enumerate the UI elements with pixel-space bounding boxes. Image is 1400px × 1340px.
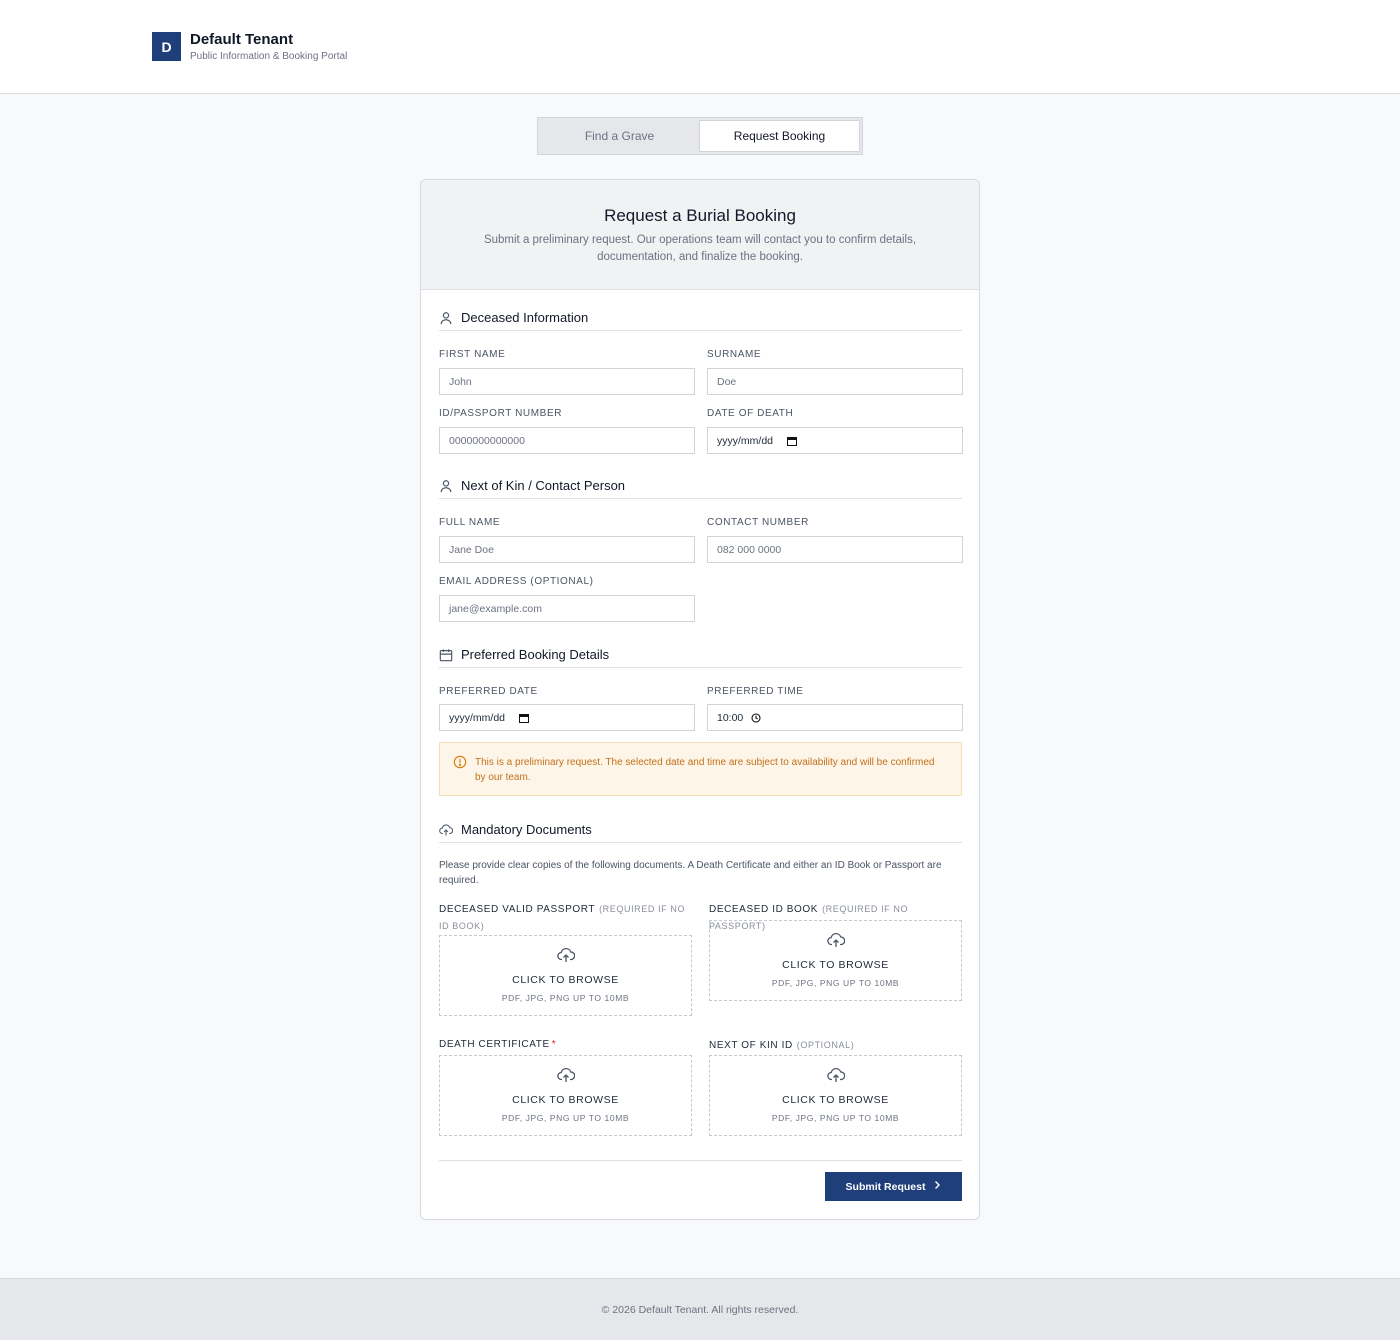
calendar-icon[interactable] [519, 713, 530, 723]
user-icon [439, 479, 453, 493]
section-next-of-kin: Next of Kin / Contact Person [439, 473, 962, 499]
id-number-input[interactable]: 0000000000000 [439, 427, 695, 454]
clock-icon[interactable] [751, 712, 761, 723]
preferred-date-input[interactable]: yyyy/mm/dd [439, 704, 695, 731]
logo: D [152, 32, 181, 61]
booking-form-card: Request a Burial Booking Submit a prelim… [420, 179, 980, 1220]
form-title: Request a Burial Booking [604, 206, 796, 225]
dropzone-hint: PDF, JPG, PNG UP TO 10MB [771, 1113, 900, 1123]
section-title: Deceased Information [461, 310, 589, 325]
surname-label: SURNAME [707, 349, 762, 360]
dropzone-id-book[interactable]: CLICK TO BROWSE PDF, JPG, PNG UP TO 10MB [709, 920, 962, 1001]
section-title: Mandatory Documents [461, 822, 592, 837]
time-value: 10:00 [717, 711, 744, 724]
required-mark: * [551, 1039, 557, 1050]
upload-label-next-of-kin-id: NEXT OF KIN ID (OPTIONAL) [709, 1037, 854, 1054]
section-title: Next of Kin / Contact Person [461, 478, 626, 493]
tab-bar: Find a Grave Request Booking [537, 117, 863, 155]
dropzone-hint: PDF, JPG, PNG UP TO 10MB [501, 1113, 630, 1123]
site-footer: © 2026 Default Tenant. All rights reserv… [0, 1278, 1400, 1340]
upload-label-text: NEXT OF KIN ID [709, 1040, 793, 1051]
upload-note: (OPTIONAL) [796, 1040, 855, 1050]
upload-label-text: DECEASED ID BOOK [709, 904, 819, 915]
full-name-input[interactable]: Jane Doe [439, 536, 695, 563]
preferred-time-label: PREFERRED TIME [707, 686, 804, 697]
dropzone-death-certificate[interactable]: CLICK TO BROWSE PDF, JPG, PNG UP TO 10MB [439, 1055, 692, 1136]
site-header: D Default Tenant Public Information & Bo… [0, 0, 1400, 94]
date-value: yyyy/mm/dd [449, 711, 506, 724]
section-booking-details: Preferred Booking Details [439, 642, 962, 668]
submit-request-button[interactable]: Submit Request [825, 1172, 962, 1201]
email-label: EMAIL ADDRESS (OPTIONAL) [439, 576, 594, 587]
footer-copyright: © 2026 Default Tenant. All rights reserv… [601, 1303, 799, 1316]
upload-label-death-certificate: DEATH CERTIFICATE * [439, 1037, 556, 1053]
upload-label-text: DECEASED VALID PASSPORT [439, 904, 596, 915]
notice-text: This is a preliminary request. The selec… [475, 757, 935, 783]
upload-label-text: DEATH CERTIFICATE [439, 1039, 550, 1050]
tab-find-grave[interactable]: Find a Grave [540, 120, 699, 152]
contact-number-label: CONTACT NUMBER [707, 517, 809, 528]
section-deceased: Deceased Information [439, 305, 962, 331]
documents-description: Please provide clear copies of the follo… [439, 860, 942, 886]
surname-input[interactable]: Doe [707, 368, 963, 395]
calendar-icon [439, 648, 453, 662]
id-number-label: ID/PASSPORT NUMBER [439, 408, 563, 419]
dropzone-hint: PDF, JPG, PNG UP TO 10MB [771, 978, 900, 988]
email-input[interactable]: jane@example.com [439, 595, 695, 622]
first-name-input[interactable]: John [439, 368, 695, 395]
full-name-label: FULL NAME [439, 517, 501, 528]
form-divider [439, 1160, 962, 1161]
contact-number-input[interactable]: 082 000 0000 [707, 536, 963, 563]
dropzone-title: CLICK TO BROWSE [512, 974, 619, 986]
date-value: yyyy/mm/dd [717, 434, 774, 447]
dropzone-hint: PDF, JPG, PNG UP TO 10MB [501, 993, 630, 1003]
preferred-date-label: PREFERRED DATE [439, 686, 538, 697]
chevron-right-icon [933, 1180, 941, 1193]
cloud-upload-icon [556, 947, 575, 968]
dropzone-next-of-kin-id[interactable]: CLICK TO BROWSE PDF, JPG, PNG UP TO 10MB [709, 1055, 962, 1136]
calendar-icon[interactable] [787, 436, 798, 446]
brand-subtitle: Public Information & Booking Portal [190, 51, 348, 62]
cloud-upload-icon [826, 932, 845, 953]
date-of-death-label: DATE OF DEATH [707, 408, 794, 419]
dropzone-title: CLICK TO BROWSE [512, 1094, 619, 1106]
card-header: Request a Burial Booking Submit a prelim… [421, 180, 979, 290]
tab-request-booking[interactable]: Request Booking [699, 120, 860, 152]
form-description: Submit a preliminary request. Our operat… [483, 234, 917, 263]
section-documents: Mandatory Documents [439, 817, 962, 843]
preferred-time-input[interactable]: 10:00 [707, 704, 963, 731]
dropzone-passport[interactable]: CLICK TO BROWSE PDF, JPG, PNG UP TO 10MB [439, 935, 692, 1016]
upload-label-passport: DECEASED VALID PASSPORT (REQUIRED IF NO I… [439, 901, 689, 935]
availability-notice: This is a preliminary request. The selec… [439, 742, 962, 796]
user-icon [439, 311, 453, 325]
date-of-death-input[interactable]: yyyy/mm/dd [707, 427, 963, 454]
cloud-upload-icon [556, 1067, 575, 1088]
section-title: Preferred Booking Details [461, 647, 610, 662]
brand-title: Default Tenant [190, 31, 294, 48]
submit-label: Submit Request [845, 1180, 926, 1193]
cloud-upload-icon [439, 823, 453, 837]
alert-circle-icon [453, 755, 467, 774]
dropzone-title: CLICK TO BROWSE [782, 959, 889, 971]
first-name-label: FIRST NAME [439, 349, 506, 360]
cloud-upload-icon [826, 1067, 845, 1088]
dropzone-title: CLICK TO BROWSE [782, 1094, 889, 1106]
